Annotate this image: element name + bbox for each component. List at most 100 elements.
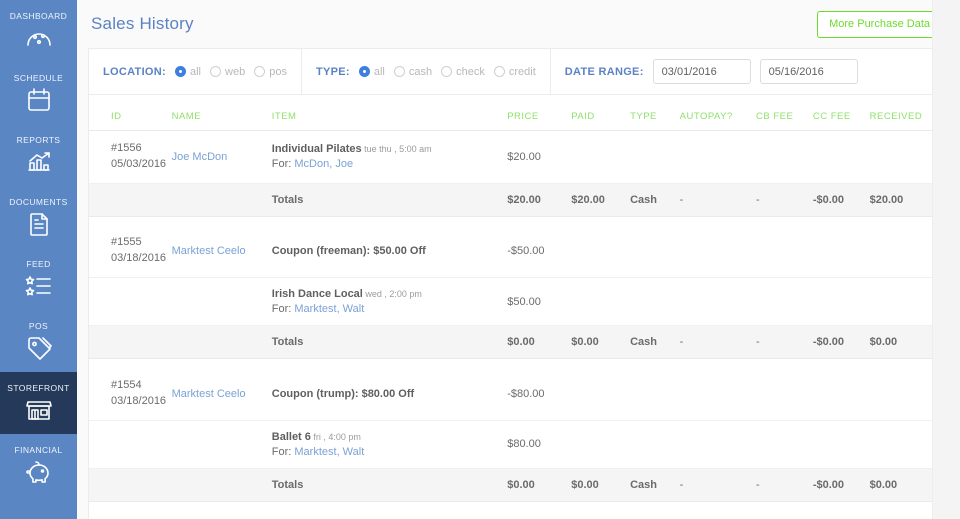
sidebar-item-schedule[interactable]: SCHEDULE <box>0 62 77 124</box>
row-item-cell: Coupon (freeman): $50.00 Off <box>272 225 507 277</box>
sales-history-app: DASHBOARDSCHEDULEREPORTSDOCUMENTS FEED POS… <box>0 0 960 519</box>
customer-name-link[interactable]: Marktest Ceelo <box>172 245 246 257</box>
location-filter-group: LOCATION: all web pos <box>89 49 302 94</box>
row-id[interactable]: #1554 <box>111 378 172 394</box>
date-range-end-input[interactable] <box>760 59 858 84</box>
totals-name-cell <box>172 183 272 216</box>
sidebar-item-storefront[interactable]: STOREFRONT <box>0 372 77 434</box>
radio-dot-icon <box>210 66 221 77</box>
item-title: Ballet 6 <box>272 431 311 443</box>
column-header-type[interactable]: TYPE <box>630 95 680 131</box>
column-header-name[interactable]: NAME <box>172 95 272 131</box>
row-price: $20.00 <box>507 131 571 184</box>
item-for-line: For: Marktest, Walt <box>272 303 507 315</box>
sales-table-head: IDNAMEITEMPRICEPAIDTYPEAUTOPAY?CB FEECC … <box>89 95 942 131</box>
table-row: #155303/18/2016Marktest CeeloCoupon (LS1… <box>89 510 942 519</box>
type-radio-all[interactable]: all <box>359 66 385 78</box>
row-cb-fee <box>756 225 813 277</box>
more-purchase-data-button[interactable]: More Purchase Data <box>817 11 942 38</box>
item-schedule-meta: wed , 2:00 pm <box>363 289 422 299</box>
type-radio-check[interactable]: check <box>441 66 485 78</box>
location-radio-all[interactable]: all <box>175 66 201 78</box>
row-item-cell: Individual Pilates tue thu , 5:00 amFor:… <box>272 131 507 184</box>
totals-autopay: - <box>680 183 756 216</box>
column-header-cb-fee[interactable]: CB FEE <box>756 95 813 131</box>
sidebar-item-label: FEED <box>26 259 50 269</box>
item-for-name-link[interactable]: Marktest, Walt <box>294 446 364 458</box>
row-item-cell: Ballet 6 fri , 4:00 pmFor: Marktest, Wal… <box>272 420 507 468</box>
customer-name-link[interactable]: Marktest Ceelo <box>172 388 246 400</box>
sales-table-wrapper: IDNAMEITEMPRICEPAIDTYPEAUTOPAY?CB FEECC … <box>89 95 942 519</box>
row-date: 03/18/2016 <box>111 251 172 267</box>
sidebar-item-reports[interactable]: REPORTS <box>0 124 77 186</box>
totals-name-cell <box>172 468 272 501</box>
type-radio-cash[interactable]: cash <box>394 66 432 78</box>
row-date: 05/03/2016 <box>111 157 172 173</box>
totals-cc-fee: -$0.00 <box>813 468 870 501</box>
row-autopay <box>680 225 756 277</box>
row-id-cell: #155303/18/2016 <box>89 510 172 519</box>
row-autopay <box>680 510 756 519</box>
spacer-cell <box>89 216 942 225</box>
item-schedule-meta: tue thu , 5:00 am <box>362 144 432 154</box>
row-autopay <box>680 278 756 326</box>
location-radio-pos[interactable]: pos <box>254 66 287 78</box>
column-header-price[interactable]: PRICE <box>507 95 571 131</box>
row-type <box>630 420 680 468</box>
column-header-id[interactable]: ID <box>89 95 172 131</box>
radio-dot-icon <box>254 66 265 77</box>
row-id-cell <box>89 278 172 326</box>
totals-name-cell <box>172 326 272 359</box>
sidebar-item-documents[interactable]: DOCUMENTS <box>0 186 77 248</box>
sidebar-item-feed[interactable]: FEED <box>0 248 77 310</box>
date-range-start-input[interactable] <box>653 59 751 84</box>
spacer-cell <box>89 359 942 368</box>
row-type <box>630 278 680 326</box>
row-cb-fee <box>756 420 813 468</box>
row-cc-fee <box>813 131 870 184</box>
totals-id-cell <box>89 183 172 216</box>
table-row: Irish Dance Local wed , 2:00 pmFor: Mark… <box>89 278 942 326</box>
table-row: #155605/03/2016Joe McDonIndividual Pilat… <box>89 131 942 184</box>
radio-dot-icon <box>359 66 370 77</box>
totals-type: Cash <box>630 183 680 216</box>
table-row-totals: Totals$20.00$20.00Cash---$0.00$20.00 <box>89 183 942 216</box>
item-for-name-link[interactable]: Marktest, Walt <box>294 303 364 315</box>
row-id[interactable]: #1555 <box>111 235 172 251</box>
item-for-name-link[interactable]: McDon, Joe <box>294 158 353 170</box>
item-title: Coupon (trump): $80.00 Off <box>272 388 414 400</box>
sidebar-item-financial[interactable]: FINANCIAL <box>0 434 77 496</box>
table-row: #155403/18/2016Marktest Ceelo Coupon (tru… <box>89 368 942 420</box>
location-radio-web[interactable]: web <box>210 66 245 78</box>
radio-dot-icon <box>494 66 505 77</box>
row-price: -$80.00 <box>507 510 571 519</box>
totals-autopay: - <box>680 468 756 501</box>
filter-bar: LOCATION: all web pos TYPE: <box>89 49 942 95</box>
location-radio-all-label: all <box>190 66 201 78</box>
type-radio-check-label: check <box>456 66 485 78</box>
sidebar-item-pos[interactable]: POS <box>0 310 77 372</box>
type-radio-credit-label: credit <box>509 66 536 78</box>
totals-price: $20.00 <box>507 183 571 216</box>
customer-name-link[interactable]: Joe McDon <box>172 151 228 163</box>
column-header-cc-fee[interactable]: CC FEE <box>813 95 870 131</box>
row-date: 03/18/2016 <box>111 394 172 410</box>
sidebar-item-dashboard[interactable]: DASHBOARD <box>0 0 77 62</box>
column-header-autopay[interactable]: AUTOPAY? <box>680 95 756 131</box>
row-cc-fee <box>813 368 870 420</box>
totals-id-cell <box>89 326 172 359</box>
row-name-cell: Marktest Ceelo <box>172 510 272 519</box>
radio-dot-icon <box>394 66 405 77</box>
item-for-prefix: For: <box>272 158 295 170</box>
date-range-filter-group: DATE RANGE: <box>551 49 872 94</box>
sales-history-card: LOCATION: all web pos TYPE: <box>88 48 943 519</box>
row-id[interactable]: #1556 <box>111 141 172 157</box>
row-paid <box>571 368 630 420</box>
price-tag-icon <box>24 334 54 362</box>
row-type <box>630 368 680 420</box>
row-cb-fee <box>756 368 813 420</box>
column-header-item[interactable]: ITEM <box>272 95 507 131</box>
column-header-paid[interactable]: PAID <box>571 95 630 131</box>
totals-cb-fee: - <box>756 468 813 501</box>
type-radio-credit[interactable]: credit <box>494 66 536 78</box>
